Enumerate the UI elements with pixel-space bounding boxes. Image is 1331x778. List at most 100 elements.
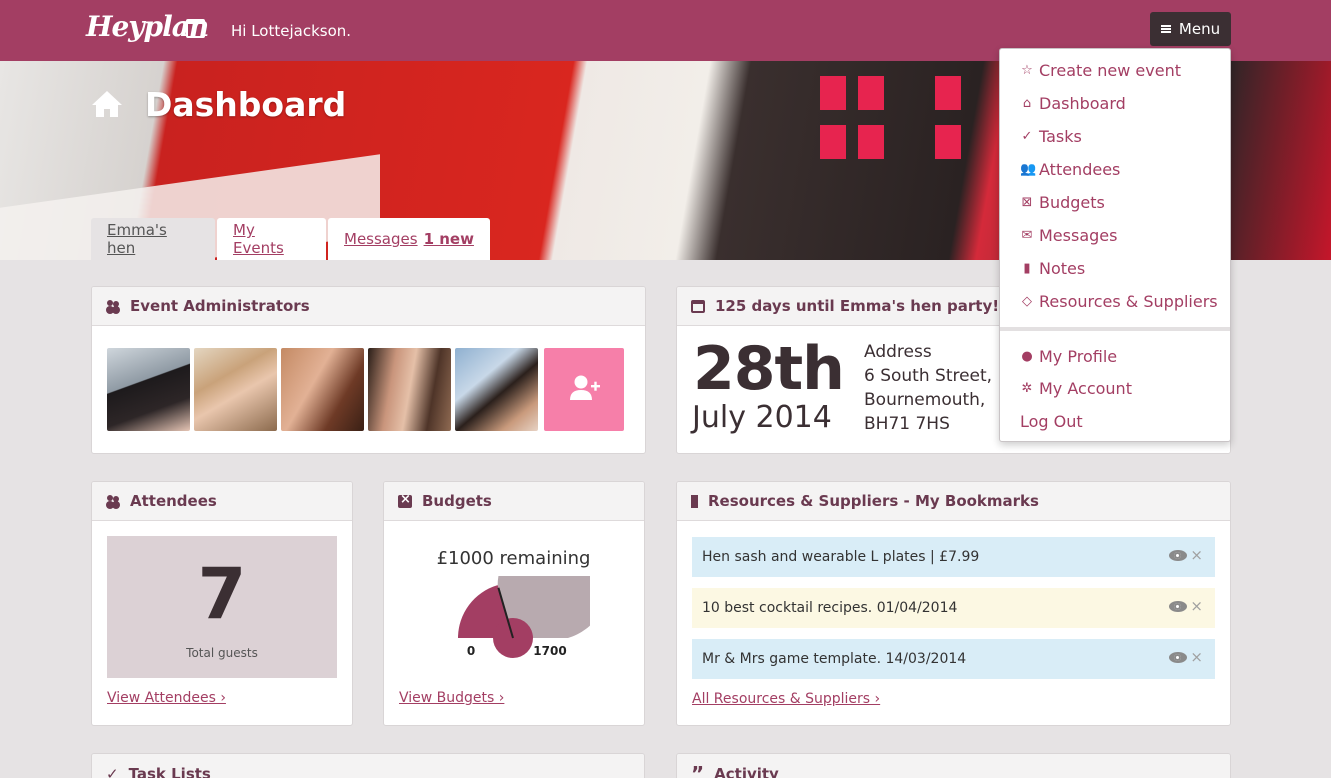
tab-label: Emma's hen xyxy=(107,221,167,257)
panel-header: ✓ Task Lists xyxy=(92,754,644,778)
main-menu-dropdown: ☆ Create new event ⌂ Dashboard ✓ Tasks 👥… xyxy=(999,48,1231,442)
panel-title: Resources & Suppliers - My Bookmarks xyxy=(708,492,1039,510)
panel-title: Attendees xyxy=(130,492,217,510)
hero-decoration xyxy=(858,125,884,159)
tab-label: Messages xyxy=(344,230,418,248)
tab-my-events[interactable]: My Events xyxy=(217,218,326,260)
budget-gauge: 0 1700 xyxy=(458,576,590,658)
address-line: Bournemouth, xyxy=(864,390,986,410)
menu-item-log-out[interactable]: Log Out xyxy=(1020,412,1083,431)
avatar[interactable] xyxy=(455,348,538,431)
menu-item-label: Tasks xyxy=(1039,127,1082,146)
close-icon[interactable]: × xyxy=(1190,648,1203,666)
menu-divider xyxy=(1000,327,1230,331)
people-icon: 👥 xyxy=(1020,162,1037,177)
add-user-icon xyxy=(570,375,600,400)
menu-button[interactable]: Menu xyxy=(1150,12,1231,46)
menu-item-attendees[interactable]: 👥 Attendees xyxy=(1020,160,1120,179)
event-day: 28th xyxy=(693,334,845,404)
people-icon xyxy=(106,299,120,313)
view-budgets-link[interactable]: View Budgets › xyxy=(399,690,504,706)
bookmark-item[interactable]: Mr & Mrs game template. 14/03/2014 × xyxy=(692,639,1215,679)
panel-title: Activity xyxy=(714,765,779,778)
menu-item-resources-suppliers[interactable]: ◇ Resources & Suppliers xyxy=(1020,292,1218,311)
hero-decoration xyxy=(820,125,846,159)
user-icon: ● xyxy=(1021,349,1033,364)
panel-header: Attendees xyxy=(92,482,352,521)
check-icon: ✓ xyxy=(106,764,119,778)
menu-item-label: Budgets xyxy=(1039,193,1105,212)
eye-icon[interactable] xyxy=(1169,652,1187,663)
menu-item-label: Log Out xyxy=(1020,412,1083,431)
messages-new-badge: 1 new xyxy=(423,230,474,248)
avatar[interactable] xyxy=(194,348,277,431)
hero-decoration xyxy=(935,76,961,110)
menu-item-messages[interactable]: ✉ Messages xyxy=(1020,226,1118,245)
close-icon[interactable]: × xyxy=(1190,546,1203,564)
menu-item-label: Notes xyxy=(1039,259,1086,278)
bookmark-item[interactable]: Hen sash and wearable L plates | £7.99 × xyxy=(692,537,1215,577)
avatar[interactable] xyxy=(368,348,451,431)
menu-item-create-new-event[interactable]: ☆ Create new event xyxy=(1020,61,1181,80)
view-attendees-link[interactable]: View Attendees › xyxy=(107,690,226,706)
activity-panel: ” Activity xyxy=(676,753,1231,778)
address-line: 6 South Street, xyxy=(864,366,993,386)
calendar-logo-icon xyxy=(186,19,205,38)
panel-title: Event Administrators xyxy=(130,297,310,315)
gauge-min-label: 0 xyxy=(467,644,475,658)
attendee-count: 7 xyxy=(197,553,247,635)
attendee-count-label: Total guests xyxy=(186,646,258,660)
star-icon: ☆ xyxy=(1021,63,1033,78)
eye-icon[interactable] xyxy=(1169,601,1187,612)
gauge-max-label: 1700 xyxy=(533,644,566,658)
greeting-text: Hi Lottejackson. xyxy=(231,22,352,40)
hero-decoration xyxy=(820,76,846,110)
envelope-icon: ✉ xyxy=(1021,228,1033,243)
panel-title: 125 days until Emma's hen party! xyxy=(715,297,1000,315)
menu-item-label: My Profile xyxy=(1039,347,1118,366)
home-icon xyxy=(92,91,122,117)
hamburger-icon xyxy=(1160,25,1171,33)
home-icon: ⌂ xyxy=(1022,96,1032,111)
bookmark-icon xyxy=(691,494,698,508)
page-title: Dashboard xyxy=(145,85,347,124)
tab-messages[interactable]: Messages 1 new xyxy=(328,218,490,260)
budget-icon xyxy=(398,492,412,508)
bookmark-text: Mr & Mrs game template. 14/03/2014 xyxy=(702,651,967,667)
menu-item-my-profile[interactable]: ● My Profile xyxy=(1020,347,1117,366)
add-administrator-button[interactable] xyxy=(544,348,624,431)
cog-icon: ✲ xyxy=(1021,381,1033,396)
menu-item-label: Dashboard xyxy=(1039,94,1126,113)
menu-item-tasks[interactable]: ✓ Tasks xyxy=(1020,127,1082,146)
address-line: BH71 7HS xyxy=(864,414,950,434)
hero-decoration xyxy=(858,76,884,110)
menu-item-notes[interactable]: ▮ Notes xyxy=(1020,259,1085,278)
hero-decoration xyxy=(935,125,961,159)
event-month-year: July 2014 xyxy=(692,400,832,435)
tab-label: My Events xyxy=(233,221,284,257)
menu-item-label: My Account xyxy=(1039,379,1132,398)
people-icon xyxy=(106,494,120,508)
menu-item-budgets[interactable]: ⊠ Budgets xyxy=(1020,193,1105,212)
menu-item-dashboard[interactable]: ⌂ Dashboard xyxy=(1020,94,1126,113)
calendar-icon xyxy=(691,299,705,313)
avatar[interactable] xyxy=(107,348,190,431)
panel-header: Budgets xyxy=(384,482,644,521)
menu-item-label: Attendees xyxy=(1039,160,1121,179)
panel-title: Task Lists xyxy=(128,765,211,778)
tab-emmas-hen[interactable]: Emma's hen xyxy=(91,218,215,260)
bookmark-item[interactable]: 10 best cocktail recipes. 01/04/2014 × xyxy=(692,588,1215,628)
menu-item-my-account[interactable]: ✲ My Account xyxy=(1020,379,1132,398)
eye-icon[interactable] xyxy=(1169,550,1187,561)
bookmark-text: 10 best cocktail recipes. 01/04/2014 xyxy=(702,600,958,616)
book-icon: ▮ xyxy=(1023,261,1031,276)
task-lists-panel: ✓ Task Lists xyxy=(91,753,645,778)
menu-item-label: Create new event xyxy=(1039,61,1181,80)
budget-icon: ⊠ xyxy=(1021,195,1033,210)
avatar[interactable] xyxy=(281,348,364,431)
close-icon[interactable]: × xyxy=(1190,597,1203,615)
all-resources-link[interactable]: All Resources & Suppliers › xyxy=(692,691,880,707)
address-label: Address xyxy=(864,342,932,362)
panel-header: ” Activity xyxy=(677,754,1230,778)
menu-item-label: Messages xyxy=(1039,226,1118,245)
